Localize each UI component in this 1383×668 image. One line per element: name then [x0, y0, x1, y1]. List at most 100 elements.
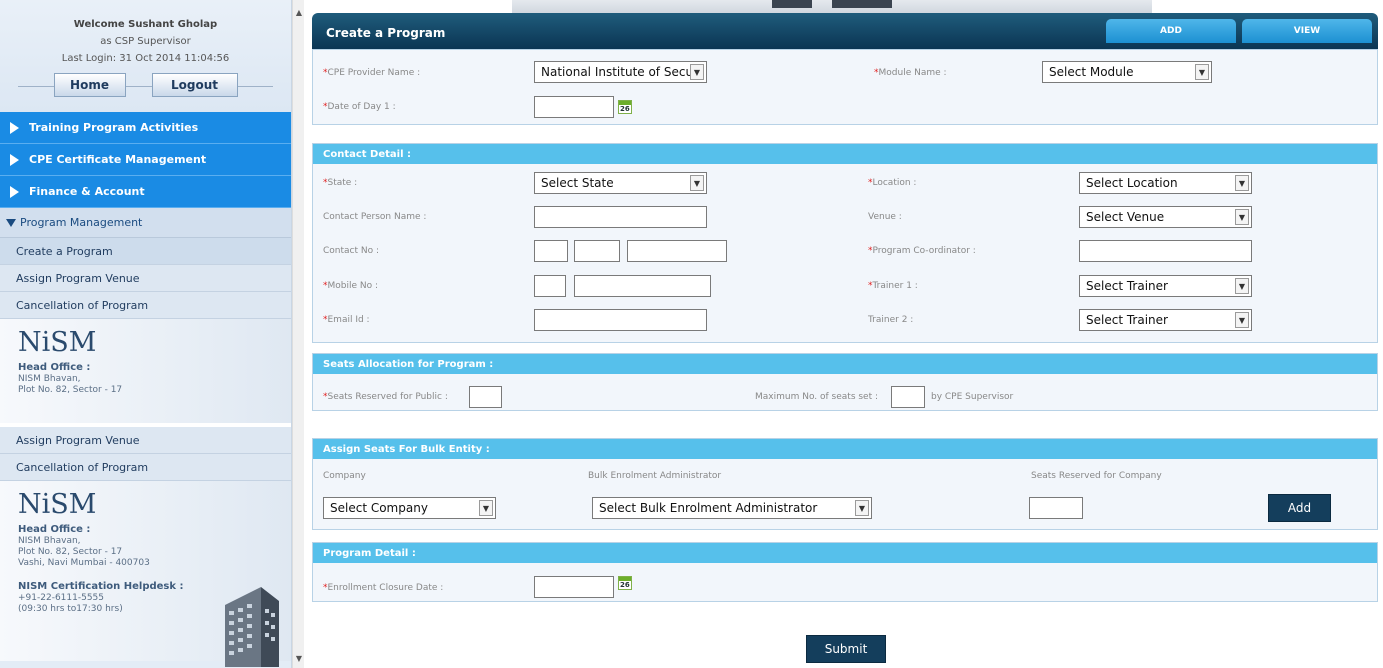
- logout-button[interactable]: Logout: [151, 73, 238, 97]
- chevron-down-icon: ▼: [855, 500, 869, 516]
- address-line: NISM Bhavan,: [18, 536, 81, 546]
- email-input[interactable]: [534, 309, 707, 331]
- contact-detail-panel: Contact Detail : *State : Select State ▼ …: [312, 143, 1378, 343]
- module-select[interactable]: Select Module ▼: [1042, 61, 1212, 83]
- sidebar-scrollbar[interactable]: ▲ ▼: [292, 0, 304, 668]
- company-seats-input[interactable]: [1029, 497, 1083, 519]
- sub-item-cancellation-of-program[interactable]: Cancellation of Program: [0, 454, 291, 481]
- seats-allocation-panel: Seats Allocation for Program : *Seats Re…: [312, 353, 1378, 411]
- sub-item-cancellation-of-program[interactable]: Cancellation of Program: [0, 292, 291, 319]
- chevron-down-icon: ▼: [690, 175, 704, 191]
- trainer2-label: Trainer 2 :: [868, 315, 914, 325]
- bulk-admin-label: Bulk Enrolment Administrator: [588, 471, 722, 481]
- menu-training-program-activities[interactable]: Training Program Activities: [0, 112, 291, 144]
- page-title: Create a Program: [326, 26, 446, 40]
- welcome-panel: Welcome Sushant Gholap as CSP Supervisor…: [0, 0, 291, 112]
- location-select[interactable]: Select Location ▼: [1079, 172, 1252, 194]
- user-role: as CSP Supervisor: [100, 36, 191, 47]
- contact-no-label: Contact No :: [323, 246, 380, 256]
- main-content: Create a Program ADD VIEW *CPE Provider …: [312, 0, 1378, 668]
- mobile-number-input[interactable]: [574, 275, 711, 297]
- helpdesk-title: NISM Certification Helpdesk :: [18, 581, 184, 592]
- chevron-down-icon: ▼: [1195, 64, 1209, 80]
- chevron-down-icon: ▼: [1235, 278, 1249, 294]
- chevron-down-icon: ▼: [479, 500, 493, 516]
- module-name-label: *Module Name :: [874, 68, 947, 78]
- chevron-down-icon: ▼: [1235, 312, 1249, 328]
- bulk-admin-select[interactable]: Select Bulk Enrolment Administrator ▼: [592, 497, 872, 519]
- public-seats-input[interactable]: [469, 386, 502, 408]
- trainer2-select[interactable]: Select Trainer ▼: [1079, 309, 1252, 331]
- nism-logo: NiSM: [18, 327, 97, 358]
- program-detail-header: Program Detail :: [313, 543, 1377, 563]
- head-office-title: Head Office :: [18, 362, 91, 373]
- caret-right-icon: [10, 121, 19, 134]
- cpe-provider-label: *CPE Provider Name :: [323, 68, 421, 78]
- menu-cpe-certificate-management[interactable]: CPE Certificate Management: [0, 144, 291, 176]
- date-day1-input[interactable]: [534, 96, 614, 118]
- mobile-prefix-input[interactable]: [534, 275, 566, 297]
- chevron-down-icon: ▼: [690, 64, 704, 80]
- state-label: *State :: [323, 178, 358, 188]
- program-basic-panel: *CPE Provider Name : National Institute …: [312, 49, 1378, 125]
- helpdesk-hours: (09:30 hrs to17:30 hrs): [18, 604, 123, 614]
- company-select[interactable]: Select Company ▼: [323, 497, 496, 519]
- email-label: *Email Id :: [323, 315, 370, 325]
- max-seats-label: Maximum No. of seats set :: [755, 392, 879, 402]
- coordinator-label: *Program Co-ordinator :: [868, 246, 976, 256]
- menu-label: Program Management: [20, 216, 143, 229]
- caret-right-icon: [10, 153, 19, 166]
- home-button[interactable]: Home: [53, 73, 126, 97]
- max-seats-input[interactable]: [891, 386, 925, 408]
- contact-country-code-input[interactable]: [534, 240, 568, 262]
- coordinator-input[interactable]: [1079, 240, 1252, 262]
- calendar-icon[interactable]: [618, 576, 632, 590]
- contact-person-input[interactable]: [534, 206, 707, 228]
- bulk-entity-panel: Assign Seats For Bulk Entity : Company B…: [312, 438, 1378, 530]
- date-day1-label: *Date of Day 1 :: [323, 102, 396, 112]
- caret-right-icon: [10, 185, 19, 198]
- venue-select[interactable]: Select Venue ▼: [1079, 206, 1252, 228]
- menu-finance-account[interactable]: Finance & Account: [0, 176, 291, 208]
- tab-view[interactable]: VIEW: [1242, 19, 1372, 43]
- venue-label: Venue :: [868, 212, 902, 222]
- trainer1-select[interactable]: Select Trainer ▼: [1079, 275, 1252, 297]
- cpe-provider-select[interactable]: National Institute of Securi ▼: [534, 61, 707, 83]
- caret-down-icon: [6, 218, 16, 227]
- last-login: Last Login: 31 Oct 2014 11:04:56: [61, 53, 230, 64]
- bulk-entity-header: Assign Seats For Bulk Entity :: [313, 439, 1377, 459]
- company-label: Company: [323, 471, 366, 481]
- helpdesk-phone: +91-22-6111-5555: [18, 593, 104, 603]
- program-detail-panel: Program Detail : *Enrollment Closure Dat…: [312, 542, 1378, 602]
- tab-add[interactable]: ADD: [1106, 19, 1236, 43]
- scroll-up-icon[interactable]: ▲: [294, 6, 304, 20]
- sub-item-assign-program-venue[interactable]: Assign Program Venue: [0, 427, 291, 454]
- scroll-down-icon[interactable]: ▼: [294, 652, 304, 666]
- contact-number-input[interactable]: [627, 240, 727, 262]
- location-label: *Location :: [868, 178, 917, 188]
- nism-info-block: NiSM Head Office : NISM Bhavan, Plot No.…: [0, 481, 291, 667]
- sub-item-assign-program-venue[interactable]: Assign Program Venue: [0, 265, 291, 292]
- calendar-icon[interactable]: [618, 100, 632, 114]
- closure-date-input[interactable]: [534, 576, 614, 598]
- state-select[interactable]: Select State ▼: [534, 172, 707, 194]
- trainer1-label: *Trainer 1 :: [868, 281, 918, 291]
- menu-program-management[interactable]: Program Management: [0, 208, 291, 238]
- banner-strip: [512, 0, 1152, 14]
- address-line: NISM Bhavan,: [18, 374, 81, 384]
- submit-button[interactable]: Submit: [806, 635, 886, 663]
- head-office-address: Head Office : NISM Bhavan, Plot No. 82, …: [18, 524, 291, 569]
- sub-item-create-program[interactable]: Create a Program: [0, 238, 291, 265]
- nism-logo: NiSM: [18, 489, 97, 520]
- company-seats-label: Seats Reserved for Company: [1031, 471, 1162, 481]
- menu-label: CPE Certificate Management: [29, 153, 207, 166]
- add-company-button[interactable]: Add: [1268, 494, 1331, 522]
- address-line: Plot No. 82, Sector - 17: [18, 547, 123, 557]
- welcome-name: Welcome Sushant Gholap: [73, 19, 218, 30]
- address-line: Vashi, Navi Mumbai - 400703: [18, 558, 150, 568]
- address-line: Plot No. 82, Sector - 17: [18, 385, 123, 395]
- nism-info-block: NiSM Head Office : NISM Bhavan, Plot No.…: [0, 319, 291, 423]
- chevron-down-icon: ▼: [1235, 209, 1249, 225]
- head-office-title: Head Office :: [18, 524, 91, 535]
- contact-area-code-input[interactable]: [574, 240, 620, 262]
